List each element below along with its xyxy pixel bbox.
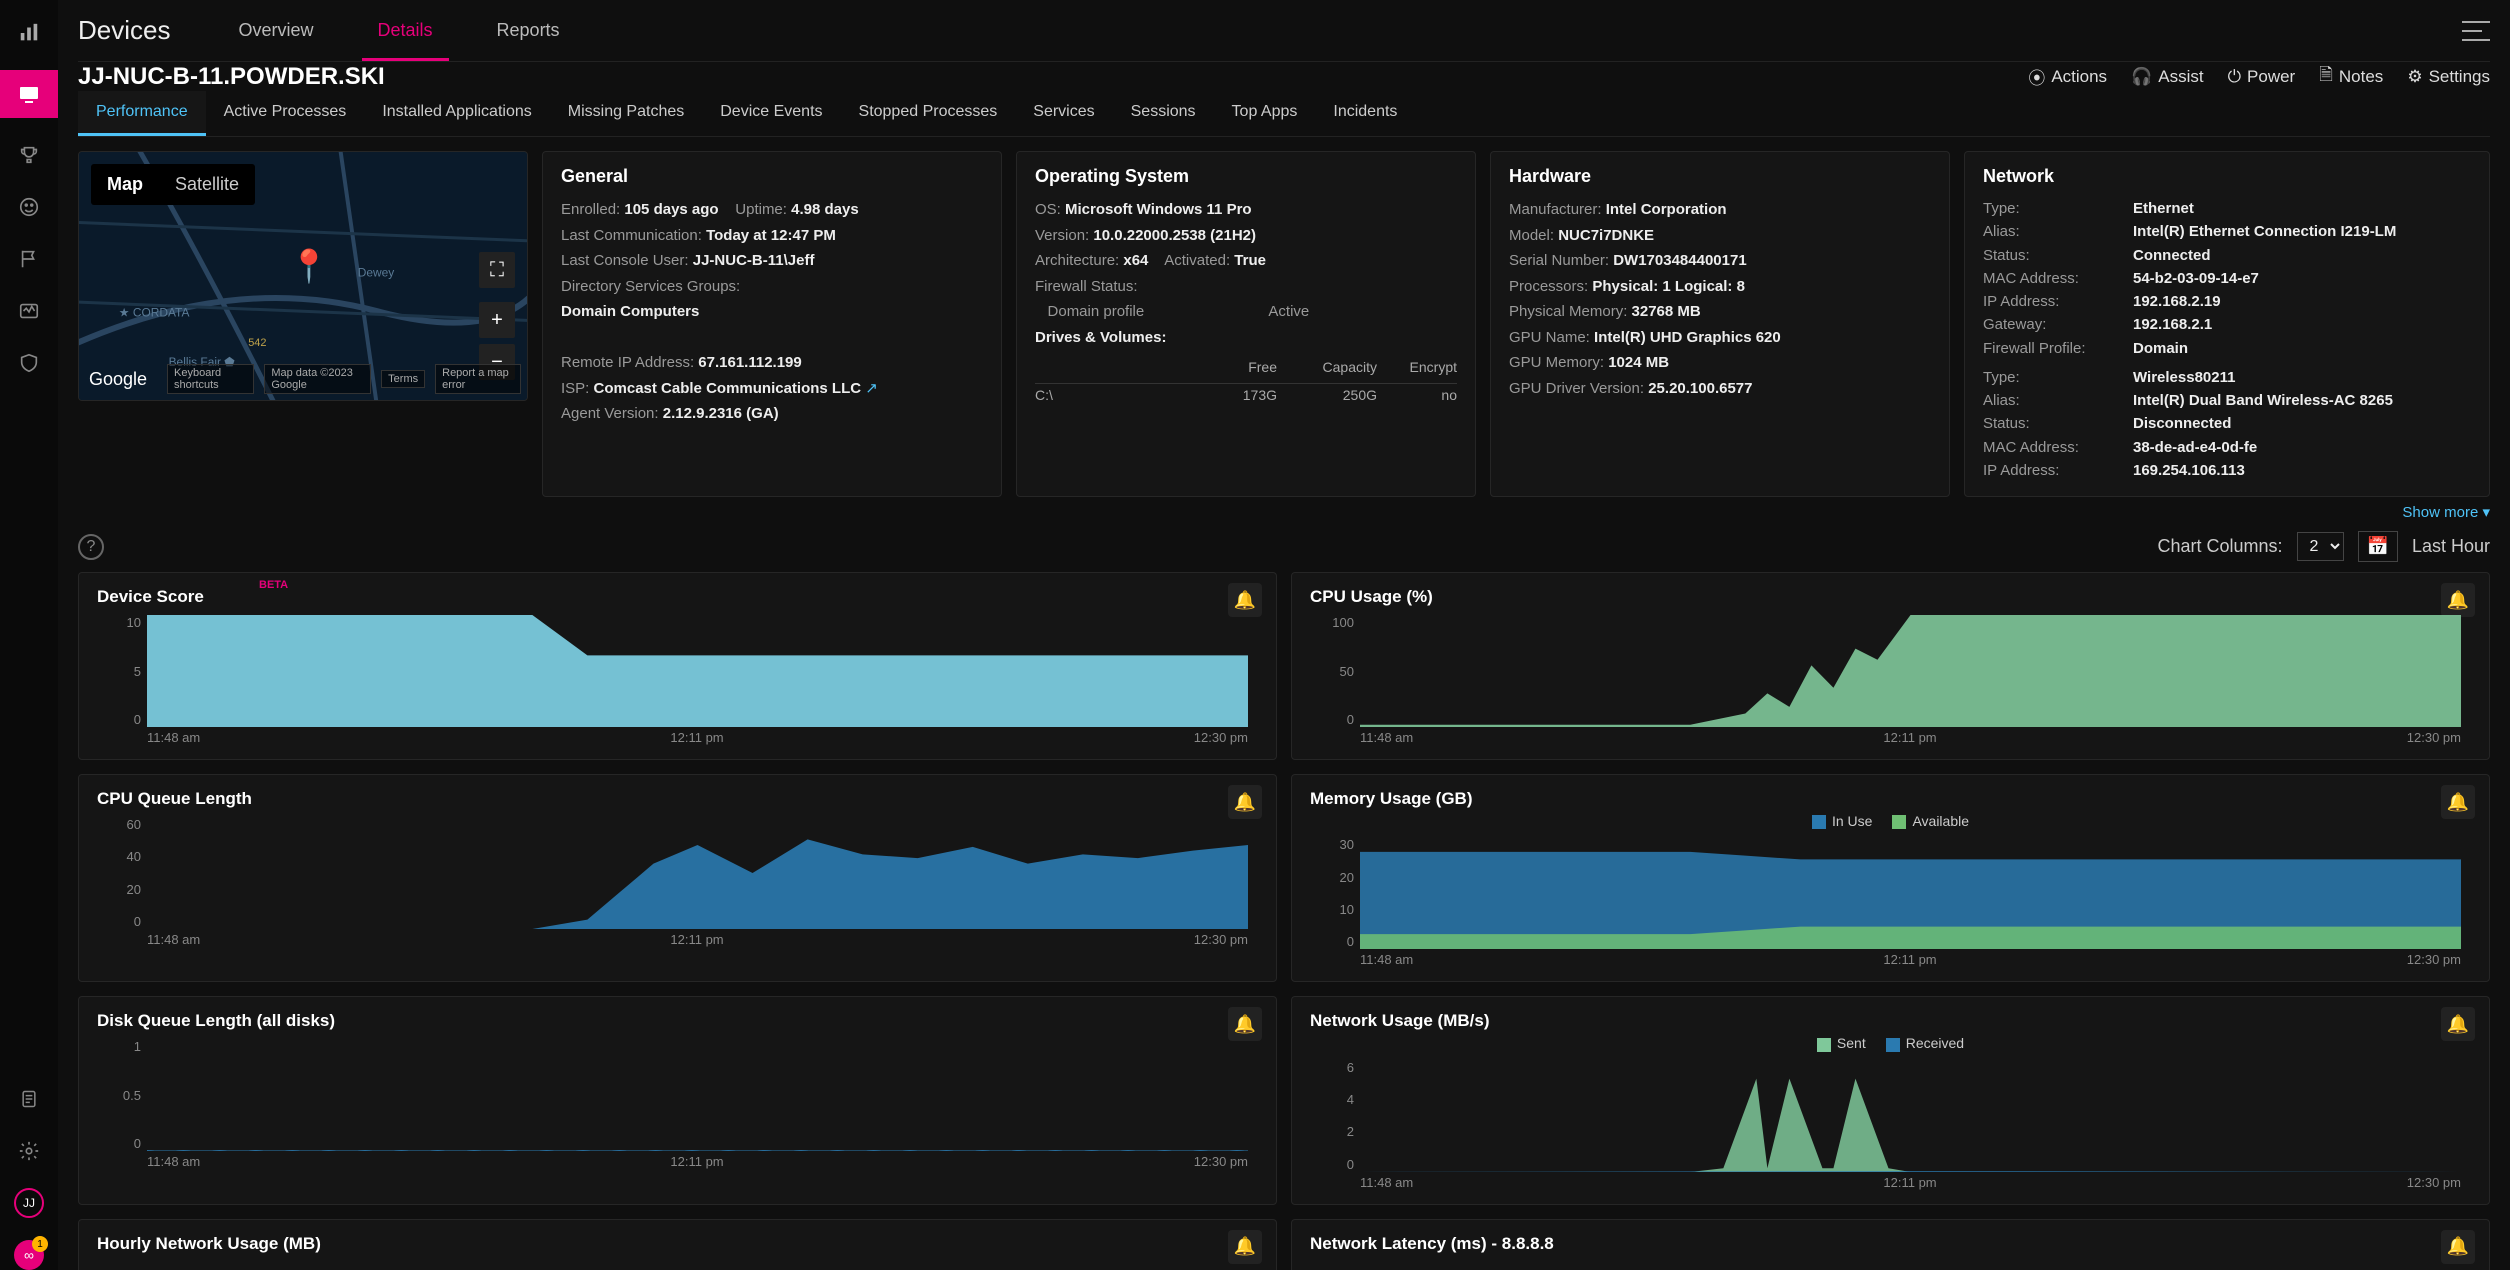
bell-icon[interactable]: 🔔: [1228, 1007, 1262, 1041]
chart-disk-queue-length-all-disks-: Disk Queue Length (all disks)🔔10.5011:48…: [78, 996, 1277, 1204]
sub-tab-device-events[interactable]: Device Events: [702, 91, 840, 136]
activity-icon[interactable]: [14, 296, 44, 326]
map-type-toggle: Map Satellite: [91, 164, 255, 205]
device-title: JJ-NUC-B-11.POWDER.SKI: [78, 63, 385, 91]
breadcrumb: Devices: [78, 15, 170, 46]
analytics-icon[interactable]: [14, 18, 44, 48]
sub-tab-incidents[interactable]: Incidents: [1315, 91, 1415, 136]
time-range[interactable]: Last Hour: [2412, 536, 2490, 557]
settings-icon[interactable]: [14, 1136, 44, 1166]
sub-tab-stopped-processes[interactable]: Stopped Processes: [841, 91, 1016, 136]
notes-button[interactable]: 🗎Notes: [2319, 62, 2383, 91]
map-tab-satellite[interactable]: Satellite: [159, 164, 255, 205]
general-card: General Enrolled: 105 days ago Uptime: 4…: [542, 151, 1002, 497]
bell-icon[interactable]: 🔔: [2441, 1230, 2475, 1264]
svg-text:★ CORDATA: ★ CORDATA: [119, 305, 190, 319]
calendar-icon[interactable]: 📅: [2358, 531, 2398, 562]
svg-text:Dewey: Dewey: [358, 265, 395, 279]
shield-icon[interactable]: [14, 348, 44, 378]
sub-tab-sessions[interactable]: Sessions: [1113, 91, 1214, 136]
power-icon: ⏻: [2228, 67, 2241, 87]
chart-network-latency-ms-8-8-8-8: Network Latency (ms) - 8.8.8.8🔔11:48 am1…: [1291, 1219, 2490, 1270]
chart-cpu-queue-length: CPU Queue Length🔔604020011:48 am12:11 pm…: [78, 774, 1277, 982]
chart-memory-usage-gb-: Memory Usage (GB)🔔In UseAvailable3020100…: [1291, 774, 2490, 982]
user-avatar[interactable]: JJ: [14, 1188, 44, 1218]
map-tab-map[interactable]: Map: [91, 164, 159, 205]
note-icon: 🗎: [2319, 62, 2333, 91]
sub-tabs: PerformanceActive ProcessesInstalled App…: [78, 91, 2490, 137]
title-bar: JJ-NUC-B-11.POWDER.SKI ⦿Actions 🎧Assist ⏻P…: [78, 62, 2490, 91]
face-icon[interactable]: [14, 192, 44, 222]
chart-cpu-usage-: CPU Usage (%)🔔10050011:48 am12:11 pm12:3…: [1291, 572, 2490, 760]
network-card: Network Type:EthernetAlias:Intel(R) Ethe…: [1964, 151, 2490, 497]
bell-icon[interactable]: 🔔: [1228, 1230, 1262, 1264]
bell-icon[interactable]: 🔔: [1228, 785, 1262, 819]
chart-cols-label: Chart Columns:: [2157, 536, 2282, 557]
trophy-icon[interactable]: [14, 140, 44, 170]
doc-icon[interactable]: [14, 1084, 44, 1114]
title-actions: ⦿Actions 🎧Assist ⏻Power 🗎Notes ⚙Settings: [2028, 62, 2490, 91]
bell-icon[interactable]: 🔔: [2441, 785, 2475, 819]
top-tab-details[interactable]: Details: [350, 0, 461, 61]
google-logo: Google: [89, 369, 147, 390]
beta-badge: BETA: [259, 579, 288, 591]
top-tab-reports[interactable]: Reports: [469, 0, 588, 61]
bell-icon[interactable]: 🔔: [1228, 583, 1262, 617]
map-fullscreen-icon[interactable]: ⛶: [479, 252, 515, 288]
hardware-card: Hardware Manufacturer: Intel Corporation…: [1490, 151, 1950, 497]
map-zoom-in[interactable]: +: [479, 302, 515, 338]
bell-icon[interactable]: 🔔: [2441, 1007, 2475, 1041]
left-sidebar: JJ ∞1: [0, 0, 58, 1270]
chart-hourly-network-usage-mb-: Hourly Network Usage (MB)🔔11:48 am12:11 …: [78, 1219, 1277, 1270]
flag-icon[interactable]: [14, 244, 44, 274]
svg-text:542: 542: [248, 337, 266, 349]
power-button[interactable]: ⏻Power: [2228, 62, 2296, 91]
headset-icon: 🎧: [2131, 67, 2152, 87]
settings-button[interactable]: ⚙Settings: [2407, 62, 2490, 91]
chart-network-usage-mb-s-: Network Usage (MB/s)🔔SentReceived642011:…: [1291, 996, 2490, 1204]
top-tabs: OverviewDetailsReports: [210, 0, 587, 61]
map-pin-icon: 📍: [289, 247, 329, 285]
sub-tab-active-processes[interactable]: Active Processes: [206, 91, 365, 136]
target-icon: ⦿: [2028, 64, 2045, 89]
sub-tab-top-apps[interactable]: Top Apps: [1214, 91, 1316, 136]
actions-button[interactable]: ⦿Actions: [2028, 62, 2107, 91]
os-card: Operating System OS: Microsoft Windows 1…: [1016, 151, 1476, 497]
bell-icon[interactable]: 🔔: [2441, 583, 2475, 617]
sub-tab-services[interactable]: Services: [1015, 91, 1112, 136]
top-bar: Devices OverviewDetailsReports: [78, 0, 2490, 62]
chart-device-score: Device ScoreBETA🔔105011:48 am12:11 pm12:…: [78, 572, 1277, 760]
gear-icon: ⚙: [2407, 67, 2422, 87]
chart-cols-select[interactable]: 2: [2297, 532, 2344, 561]
show-more-link[interactable]: Show more: [2402, 504, 2478, 521]
external-link-icon[interactable]: ↗: [865, 380, 878, 397]
help-icon[interactable]: ?: [78, 534, 104, 560]
devices-icon[interactable]: [0, 70, 58, 118]
top-tab-overview[interactable]: Overview: [210, 0, 341, 61]
sub-tab-installed-applications[interactable]: Installed Applications: [364, 91, 549, 136]
sub-tab-performance[interactable]: Performance: [78, 91, 206, 136]
chevron-down-icon[interactable]: ▾: [2482, 504, 2490, 521]
menu-icon[interactable]: [2462, 21, 2490, 41]
notification-badge[interactable]: ∞1: [14, 1240, 44, 1270]
sub-tab-missing-patches[interactable]: Missing Patches: [550, 91, 703, 136]
assist-button[interactable]: 🎧Assist: [2131, 62, 2204, 91]
map-card[interactable]: ★ CORDATA Dewey Bellis Fair ⬟ 542 Map Sa…: [78, 151, 528, 401]
